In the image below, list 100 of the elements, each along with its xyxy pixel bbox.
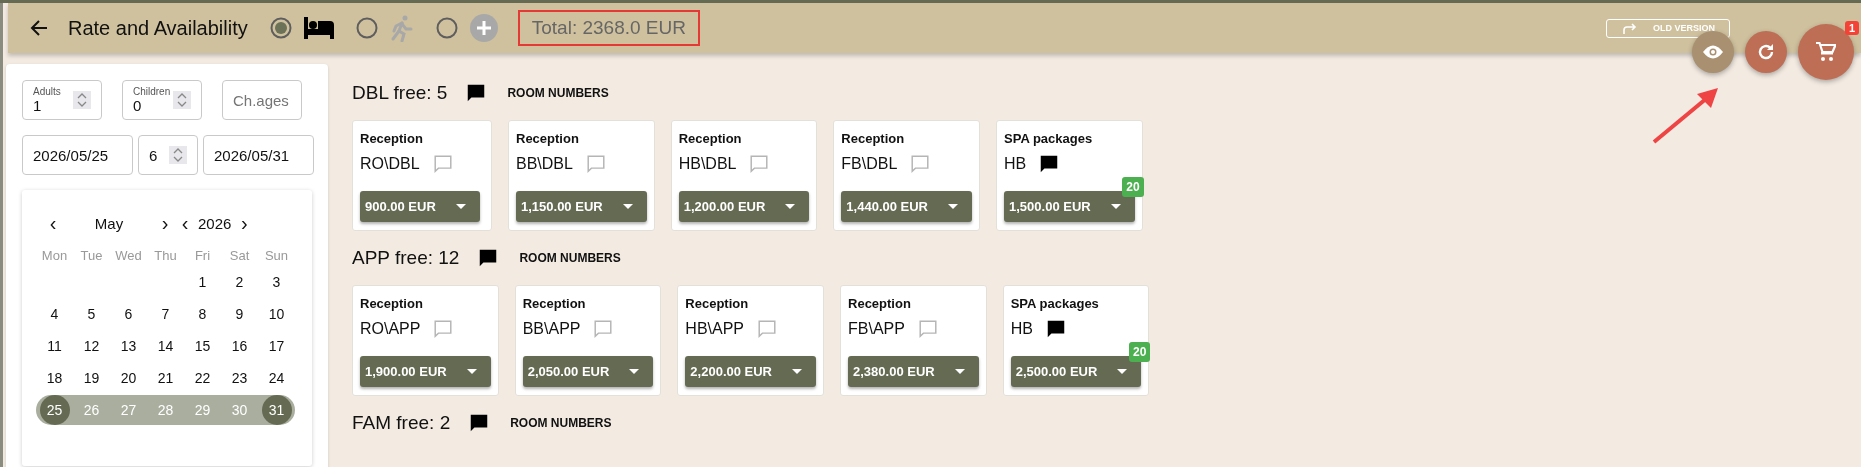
- calendar-day[interactable]: 3: [261, 267, 292, 297]
- price-dropdown[interactable]: 1,500.00 EUR: [1004, 191, 1135, 222]
- price-dropdown[interactable]: 2,500.00 EUR: [1010, 356, 1142, 387]
- field-label: Children: [133, 86, 172, 97]
- radio-button[interactable]: [435, 17, 458, 39]
- page-title: Rate and Availability: [68, 16, 248, 40]
- caret-icon: [785, 204, 796, 209]
- calendar-day[interactable]: 11: [39, 331, 70, 361]
- room-numbers-link[interactable]: ROOM NUMBERS: [507, 86, 609, 100]
- rate-name: FB\DBL: [841, 155, 898, 173]
- next-year-button[interactable]: ›: [237, 213, 252, 233]
- calendar-day[interactable]: 16: [224, 331, 255, 361]
- bed-icon: [303, 17, 334, 39]
- radio-button[interactable]: [355, 17, 378, 39]
- number-input[interactable]: 0: [133, 97, 173, 114]
- prev-month-button[interactable]: ‹: [46, 213, 60, 233]
- calendar-day[interactable]: 1: [187, 267, 218, 297]
- room-numbers-link[interactable]: ROOM NUMBERS: [510, 416, 612, 430]
- spinner-icon[interactable]: [169, 146, 187, 164]
- radio-button[interactable]: [269, 17, 292, 39]
- cart-button[interactable]: [1798, 24, 1854, 80]
- number-input[interactable]: 6: [149, 146, 169, 164]
- rate-name: RO\APP: [360, 320, 421, 338]
- spinner-icon[interactable]: [173, 91, 191, 109]
- eye-button[interactable]: [1692, 31, 1734, 73]
- calendar-day[interactable]: 5: [76, 299, 107, 329]
- weekday-label: Thu: [153, 247, 178, 263]
- rate-source: Reception: [848, 296, 912, 311]
- caret-icon: [455, 204, 466, 209]
- rate-source: Reception: [522, 296, 587, 311]
- runner-icon: [389, 14, 414, 42]
- caret-icon: [622, 204, 633, 209]
- price-dropdown[interactable]: 900.00 EUR: [360, 191, 480, 222]
- calendar-day[interactable]: 31: [261, 395, 292, 425]
- rate-source: Reception: [841, 131, 906, 146]
- departure-date-field[interactable]: 2026/05/31: [203, 135, 314, 175]
- year-label: 2026: [198, 214, 232, 232]
- calendar-day[interactable]: 20: [113, 363, 144, 393]
- rate-name: HB: [1010, 320, 1033, 338]
- price-dropdown[interactable]: 2,200.00 EUR: [685, 356, 816, 387]
- caret-icon: [954, 369, 965, 374]
- count-badge: 20: [1129, 342, 1151, 362]
- rate-source: SPA packages: [1010, 296, 1100, 311]
- refresh-icon: [1757, 43, 1775, 61]
- caret-icon: [629, 369, 640, 374]
- price-dropdown[interactable]: 2,050.00 EUR: [522, 356, 654, 387]
- rate-source: SPA packages: [1004, 131, 1094, 146]
- calendar-day[interactable]: 24: [261, 363, 292, 393]
- price-dropdown[interactable]: 1,900.00 EUR: [360, 356, 491, 387]
- calendar-day[interactable]: 9: [224, 299, 255, 329]
- redo-icon: [1623, 22, 1637, 34]
- rate-name: FB\APP: [848, 320, 905, 338]
- arrival-date-field[interactable]: 2026/05/25: [22, 135, 133, 175]
- calendar-day[interactable]: 19: [76, 363, 107, 393]
- rate-name: HB\DBL: [678, 155, 737, 173]
- calendar-day[interactable]: 2: [224, 267, 255, 297]
- spinner-icon[interactable]: [73, 91, 91, 109]
- rate-source: Reception: [360, 131, 424, 146]
- nights-field[interactable]: 6: [138, 135, 198, 175]
- calendar-day[interactable]: 4: [39, 299, 70, 329]
- back-icon[interactable]: [30, 20, 48, 36]
- calendar-day[interactable]: 12: [76, 331, 107, 361]
- room-type-heading: DBL free: 5: [352, 82, 448, 104]
- weekday-label: Tue: [79, 247, 104, 263]
- month-label: May: [93, 214, 125, 232]
- adults-field[interactable]: Adults 1: [22, 80, 102, 120]
- calendar-day[interactable]: 22: [187, 363, 218, 393]
- rate-name: RO\DBL: [360, 155, 420, 173]
- calendar-day[interactable]: 17: [261, 331, 292, 361]
- caret-icon: [1110, 204, 1121, 209]
- price-dropdown[interactable]: 1,200.00 EUR: [678, 191, 810, 222]
- calendar-day[interactable]: 23: [224, 363, 255, 393]
- children-field[interactable]: Children 0: [122, 80, 202, 120]
- caret-icon: [948, 204, 958, 209]
- caret-icon: [466, 369, 477, 374]
- room-type-heading: FAM free: 2: [352, 412, 451, 434]
- rate-name: BB\APP: [522, 320, 581, 338]
- calendar-day[interactable]: 15: [187, 331, 218, 361]
- calendar-day[interactable]: 13: [113, 331, 144, 361]
- weekday-label: Mon: [40, 247, 69, 263]
- child-ages-field[interactable]: Ch.ages: [222, 80, 302, 120]
- calendar-day[interactable]: 21: [150, 363, 181, 393]
- calendar-day[interactable]: 25: [39, 395, 70, 425]
- room-numbers-link[interactable]: ROOM NUMBERS: [519, 251, 621, 265]
- calendar-day[interactable]: 10: [261, 299, 292, 329]
- number-input[interactable]: 1: [33, 97, 73, 114]
- price-dropdown[interactable]: 1,440.00 EUR: [841, 191, 972, 222]
- rate-name: BB\DBL: [516, 155, 573, 173]
- price-dropdown[interactable]: 2,380.00 EUR: [848, 356, 979, 387]
- calendar-day[interactable]: 8: [187, 299, 218, 329]
- calendar-day[interactable]: 14: [150, 331, 181, 361]
- calendar-day[interactable]: 6: [113, 299, 144, 329]
- price-dropdown[interactable]: 1,150.00 EUR: [516, 191, 647, 222]
- calendar-day[interactable]: 7: [150, 299, 181, 329]
- rate-source: Reception: [685, 296, 750, 311]
- refresh-button[interactable]: [1745, 31, 1787, 73]
- calendar-day[interactable]: 18: [39, 363, 70, 393]
- next-month-button[interactable]: ›: [158, 213, 172, 233]
- total-amount: Total: 2368.0 EUR: [517, 10, 700, 46]
- prev-year-button[interactable]: ‹: [178, 213, 192, 233]
